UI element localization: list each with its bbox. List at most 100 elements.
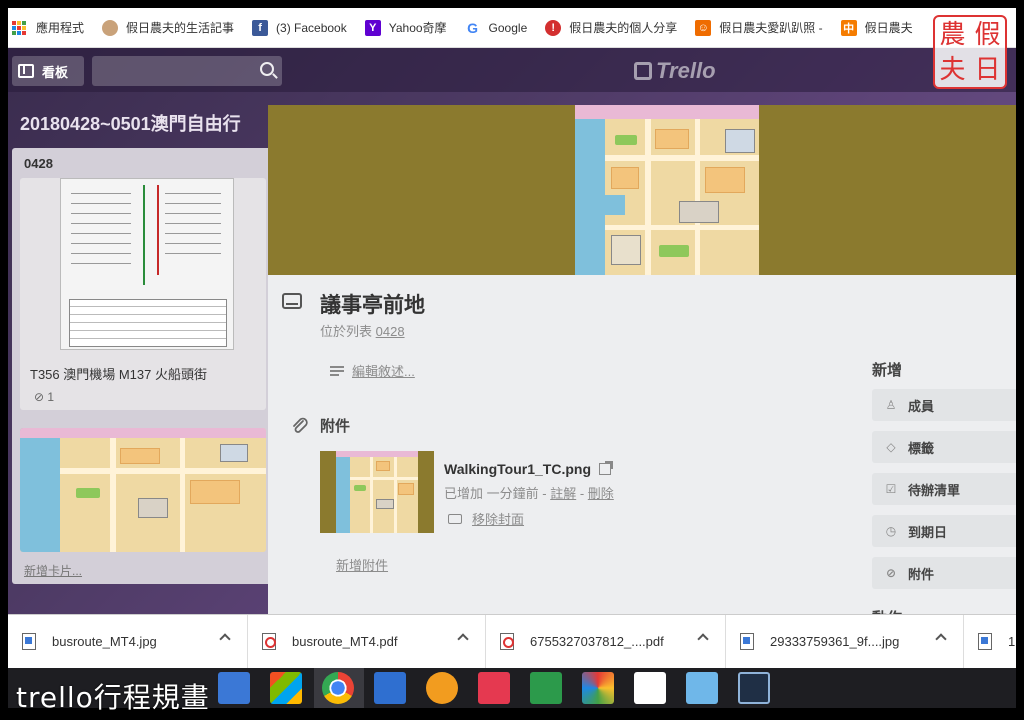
pdf-file-icon (500, 633, 514, 650)
avatar-icon (102, 19, 119, 36)
download-item[interactable]: busroute_MT4.pdf (248, 614, 486, 669)
member-icon: ♙ (885, 398, 897, 412)
download-filename: 1 (1008, 634, 1016, 649)
chevron-up-icon[interactable] (697, 632, 709, 645)
seal-char: 假 (974, 19, 1001, 50)
board-title[interactable]: 20180428~0501澳門自由行 (20, 110, 241, 136)
description-icon (330, 364, 344, 378)
trello-logo[interactable]: Trello (634, 58, 716, 84)
paperclip-icon (293, 417, 308, 433)
attachment-name[interactable]: WalkingTour1_TC.png (444, 461, 613, 477)
photos-app-icon[interactable] (218, 672, 250, 704)
bookmark-farmer[interactable]: 中 假日農夫 (840, 19, 913, 36)
attachment-thumbnail[interactable] (320, 451, 434, 533)
pdf-file-icon (262, 633, 276, 650)
label-icon: ◇ (886, 440, 896, 454)
video-player-icon[interactable] (374, 672, 406, 704)
attachment-thumbnail-map (336, 451, 418, 533)
add-card-link[interactable]: 新增卡片... (24, 562, 82, 579)
paperclip-icon: ⊘ (885, 566, 897, 580)
search-input[interactable] (92, 56, 282, 86)
attachment-comment-link[interactable]: 註解 (550, 486, 576, 501)
bookmark-yahoo[interactable]: Y Yahoo奇摩 (364, 19, 447, 36)
add-checklist-button[interactable]: ☑ 待辦清單 (872, 473, 1016, 505)
chevron-up-icon[interactable] (457, 632, 469, 645)
app-icon[interactable] (478, 672, 510, 704)
blog-icon: ☺ (695, 19, 712, 36)
add-members-button[interactable]: ♙ 成員 (872, 389, 1016, 421)
card-detail-title[interactable]: 議事亭前地 (320, 289, 425, 319)
boards-button[interactable]: 看板 (12, 56, 84, 86)
paperclip-icon: ⊘ (34, 390, 45, 404)
app-icon[interactable] (426, 672, 458, 704)
bookmark-share[interactable]: ! 假日農夫的個人分享 (545, 19, 677, 36)
screen-frame: 應用程式 假日農夫的生活記事 f (3) Facebook Y Yahoo奇摩 … (8, 8, 1016, 708)
edit-description-label: 編輯敘述... (352, 364, 415, 379)
photo-app-icon[interactable] (530, 672, 562, 704)
lightroom-icon[interactable] (738, 672, 770, 704)
remove-cover-label: 移除封面 (472, 512, 525, 527)
google-icon: G (464, 19, 481, 36)
add-labels-label: 標籤 (908, 440, 935, 456)
seal-char: 夫 (939, 54, 966, 85)
add-labels-button[interactable]: ◇ 標籤 (872, 431, 1016, 463)
store-icon[interactable] (270, 672, 302, 704)
download-filename: 6755327037812_....pdf (530, 634, 664, 649)
bookmark-apps[interactable]: 應用程式 (12, 19, 84, 36)
trello-logo-text: Trello (656, 58, 716, 83)
pin-icon: ! (545, 19, 562, 36)
bookmarks-bar: 應用程式 假日農夫的生活記事 f (3) Facebook Y Yahoo奇摩 … (8, 8, 1016, 48)
download-item[interactable]: 29333759361_9f....jpg (726, 614, 964, 669)
attachment-delete-link[interactable]: 刪除 (588, 486, 614, 501)
add-checklist-label: 待辦清單 (908, 482, 961, 498)
edit-description-link[interactable]: 編輯敘述... (330, 361, 415, 380)
trello-header: 看板 Trello (8, 48, 1016, 92)
bookmark-photos[interactable]: ☺ 假日農夫愛趴趴照 - (695, 19, 823, 36)
list-title[interactable]: 0428 (24, 156, 53, 171)
bookmark-label: Yahoo奇摩 (388, 21, 447, 35)
clock-icon: ◷ (885, 524, 897, 538)
bookmark-blog[interactable]: 假日農夫的生活記事 (102, 19, 234, 36)
bookmark-facebook[interactable]: f (3) Facebook (252, 19, 347, 36)
downloads-bar: busroute_MT4.jpg busroute_MT4.pdf 675532… (8, 614, 1016, 669)
in-list-prefix: 位於列表 (320, 324, 373, 339)
download-item[interactable]: busroute_MT4.jpg (8, 614, 248, 669)
chevron-up-icon[interactable] (935, 632, 947, 645)
in-list-link[interactable]: 0428 (376, 324, 405, 339)
external-link-icon[interactable] (599, 461, 613, 475)
list-card-map[interactable] (20, 428, 266, 552)
apps-icon (12, 20, 28, 35)
bookmark-label: 假日農夫愛趴趴照 - (719, 21, 823, 35)
zhong-icon: 中 (840, 19, 857, 36)
board-icon (18, 64, 34, 78)
app-icon[interactable] (686, 672, 718, 704)
seal-char: 農 (939, 19, 966, 50)
chevron-up-icon[interactable] (219, 632, 231, 645)
list-card[interactable]: T356 澳門機場 M137 火船頭街 ⊘ 1 (20, 178, 266, 410)
cover-icon (448, 513, 462, 524)
add-attachment-link[interactable]: 新增附件 (336, 555, 388, 574)
sidebar-actions-heading: 動作 (872, 607, 902, 614)
mail-icon[interactable] (634, 672, 666, 704)
trello-board: 看板 Trello 20180428~0501澳門自由行 0428 T356 澳… (8, 48, 1016, 614)
chrome-icon[interactable] (322, 672, 354, 704)
bookmark-google[interactable]: G Google (464, 19, 528, 36)
download-item[interactable]: 1 (964, 615, 1016, 669)
search-icon (260, 62, 274, 76)
remove-cover-link[interactable]: 移除封面 (448, 509, 524, 528)
seal-stamp: 農 假 夫 日 (933, 15, 1007, 89)
checklist-icon: ☑ (885, 482, 897, 496)
image-file-icon (22, 633, 36, 650)
download-filename: busroute_MT4.jpg (52, 634, 157, 649)
seal-char: 日 (974, 54, 1001, 85)
map-thumbnail (20, 428, 266, 552)
trello-logo-icon (634, 62, 652, 80)
bookmark-label: Google (488, 20, 528, 35)
add-attachment-button[interactable]: ⊘ 附件 (872, 557, 1016, 589)
add-due-date-button[interactable]: ◷ 到期日 (872, 515, 1016, 547)
bookmark-label: 假日農夫的生活記事 (126, 21, 235, 35)
watermark-text: trello行程規畫 (16, 681, 210, 714)
download-filename: busroute_MT4.pdf (292, 634, 398, 649)
download-item[interactable]: 6755327037812_....pdf (486, 614, 726, 669)
app-icon[interactable] (582, 672, 614, 704)
